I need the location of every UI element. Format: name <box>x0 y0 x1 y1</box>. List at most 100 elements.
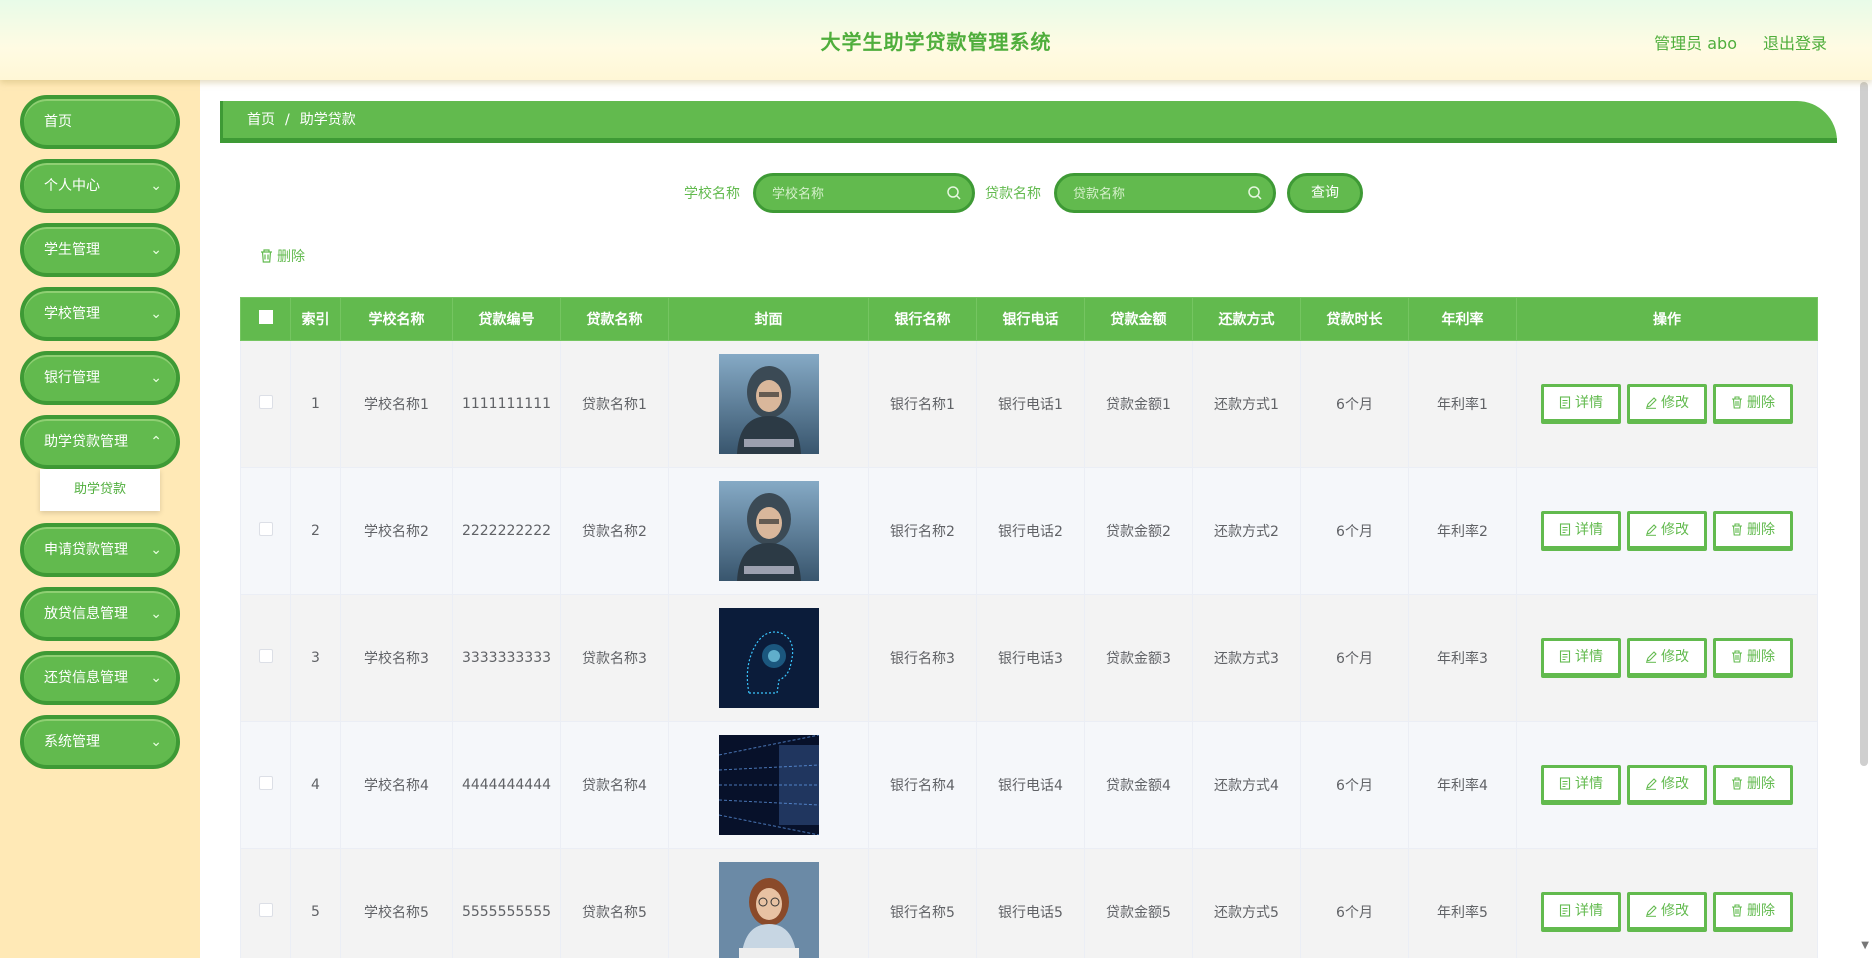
sidebar-item-banks[interactable]: 银行管理 ⌄ <box>20 351 180 405</box>
batch-delete-label: 删除 <box>277 249 305 265</box>
breadcrumb-home[interactable]: 首页 <box>247 112 275 128</box>
delete-label: 删除 <box>1747 649 1775 665</box>
detail-button[interactable]: 详情 <box>1541 511 1621 551</box>
trash-icon <box>1732 904 1742 917</box>
cell-cover <box>668 340 869 468</box>
chevron-down-icon: ⌄ <box>150 306 162 322</box>
edit-button[interactable]: 修改 <box>1627 765 1707 805</box>
sidebar-item-label: 个人中心 <box>44 178 100 194</box>
cell-loan-duration: 6个月 <box>1300 848 1409 958</box>
cell-index: 1 <box>290 340 341 468</box>
sidebar-item-system[interactable]: 系统管理 ⌄ <box>20 715 180 769</box>
school-name-input[interactable] <box>772 183 942 205</box>
delete-label: 删除 <box>1747 903 1775 919</box>
logout-link[interactable]: 退出登录 <box>1763 30 1827 54</box>
sidebar-item-loan-applications[interactable]: 申请贷款管理 ⌄ <box>20 523 180 577</box>
column-header: 贷款名称 <box>560 297 669 341</box>
school-search-field[interactable] <box>753 173 975 213</box>
sidebar-item-label: 系统管理 <box>44 734 100 750</box>
cell-cover <box>668 848 869 958</box>
detail-button[interactable]: 详情 <box>1541 892 1621 932</box>
delete-button[interactable]: 删除 <box>1713 638 1793 678</box>
delete-button[interactable]: 删除 <box>1713 511 1793 551</box>
edit-label: 修改 <box>1661 776 1689 792</box>
edit-button[interactable]: 修改 <box>1627 892 1707 932</box>
breadcrumb-separator: / <box>285 112 290 128</box>
scroll-down-arrow-icon[interactable]: ▼ <box>1861 940 1869 951</box>
cell-loan-amount: 贷款金额1 <box>1084 340 1193 468</box>
row-select-cell[interactable] <box>240 721 291 849</box>
loan-name-input[interactable] <box>1073 183 1243 205</box>
cell-index: 4 <box>290 721 341 849</box>
cell-school-name: 学校名称3 <box>340 594 453 722</box>
row-select-cell[interactable] <box>240 848 291 958</box>
cell-loan-number: 4444444444 <box>452 721 561 849</box>
app-title: 大学生助学贷款管理系统 <box>820 30 1052 54</box>
row-checkbox[interactable] <box>258 903 273 917</box>
edit-label: 修改 <box>1661 395 1689 411</box>
row-select-cell[interactable] <box>240 594 291 722</box>
cell-loan-number: 2222222222 <box>452 467 561 595</box>
cell-annual-rate: 年利率4 <box>1408 721 1517 849</box>
row-checkbox[interactable] <box>258 776 273 790</box>
document-icon <box>1559 650 1571 663</box>
search-icon <box>1248 186 1262 200</box>
sidebar-item-personal-center[interactable]: 个人中心 ⌄ <box>20 159 180 213</box>
detail-button[interactable]: 详情 <box>1541 384 1621 424</box>
row-checkbox[interactable] <box>258 522 273 536</box>
breadcrumb-current: 助学贷款 <box>299 112 356 128</box>
edit-icon <box>1646 778 1657 790</box>
chevron-down-icon: ⌄ <box>150 542 162 558</box>
sidebar-subitem-student-loan[interactable]: 助学贷款 <box>40 469 160 511</box>
batch-delete-button[interactable]: 删除 <box>260 246 305 266</box>
sidebar-item-schools[interactable]: 学校管理 ⌄ <box>20 287 180 341</box>
row-select-cell[interactable] <box>240 467 291 595</box>
chevron-down-icon: ⌄ <box>150 734 162 750</box>
detail-button[interactable]: 详情 <box>1541 765 1621 805</box>
edit-icon <box>1646 524 1657 536</box>
sidebar-item-repayments[interactable]: 还贷信息管理 ⌄ <box>20 651 180 705</box>
cell-repay-method: 还款方式3 <box>1192 594 1301 722</box>
sidebar-item-disbursements[interactable]: 放贷信息管理 ⌄ <box>20 587 180 641</box>
cell-annual-rate: 年利率3 <box>1408 594 1517 722</box>
delete-button[interactable]: 删除 <box>1713 384 1793 424</box>
loan-search-field[interactable] <box>1054 173 1276 213</box>
column-header: 贷款金额 <box>1084 297 1193 341</box>
cell-bank-phone: 银行电话2 <box>976 467 1085 595</box>
edit-button[interactable]: 修改 <box>1627 384 1707 424</box>
sidebar: 首页 个人中心 ⌄ 学生管理 ⌄ 学校管理 ⌄ 银行管理 ⌄ 助学贷款管理 ⌃ 助学贷款 … <box>0 80 200 958</box>
cell-cover <box>668 467 869 595</box>
sidebar-item-students[interactable]: 学生管理 ⌄ <box>20 223 180 277</box>
sidebar-item-label: 学生管理 <box>44 242 100 258</box>
top-header: 大学生助学贷款管理系统 管理员 abo 退出登录 <box>0 0 1872 80</box>
detail-button[interactable]: 详情 <box>1541 638 1621 678</box>
cell-bank-phone: 银行电话3 <box>976 594 1085 722</box>
delete-button[interactable]: 删除 <box>1713 765 1793 805</box>
detail-label: 详情 <box>1575 649 1603 665</box>
cell-loan-number: 5555555555 <box>452 848 561 958</box>
sidebar-item-student-loans[interactable]: 助学贷款管理 ⌃ <box>20 415 180 469</box>
chevron-down-icon: ⌄ <box>150 242 162 258</box>
cell-annual-rate: 年利率2 <box>1408 467 1517 595</box>
table-row: 3 学校名称3 3333333333 贷款名称3 银行名称3 银行电话3 贷款金额3 还款方式… <box>240 594 1818 722</box>
table-row: 4 学校名称4 4444444444 贷款名称4 银行名称4 银行电话4 贷款金额4 还款方式… <box>240 721 1818 849</box>
column-header: 年利率 <box>1408 297 1517 341</box>
column-header: 银行电话 <box>976 297 1085 341</box>
row-checkbox[interactable] <box>258 649 273 663</box>
vertical-scrollbar[interactable] <box>1860 82 1868 766</box>
trash-icon <box>1732 650 1742 663</box>
cell-loan-name: 贷款名称1 <box>560 340 669 468</box>
column-header: 银行名称 <box>868 297 977 341</box>
select-all-checkbox[interactable] <box>258 310 273 324</box>
query-button[interactable]: 查询 <box>1287 173 1363 213</box>
delete-button[interactable]: 删除 <box>1713 892 1793 932</box>
select-all-cell[interactable] <box>240 297 291 341</box>
cell-repay-method: 还款方式2 <box>1192 467 1301 595</box>
edit-button[interactable]: 修改 <box>1627 511 1707 551</box>
row-select-cell[interactable] <box>240 340 291 468</box>
table-header-row: 索引 学校名称 贷款编号 贷款名称 封面 银行名称 银行电话 贷款金额 还款方式… <box>240 297 1818 341</box>
sidebar-item-home[interactable]: 首页 <box>20 95 180 149</box>
edit-button[interactable]: 修改 <box>1627 638 1707 678</box>
row-checkbox[interactable] <box>258 395 273 409</box>
chevron-up-icon: ⌃ <box>150 434 162 450</box>
